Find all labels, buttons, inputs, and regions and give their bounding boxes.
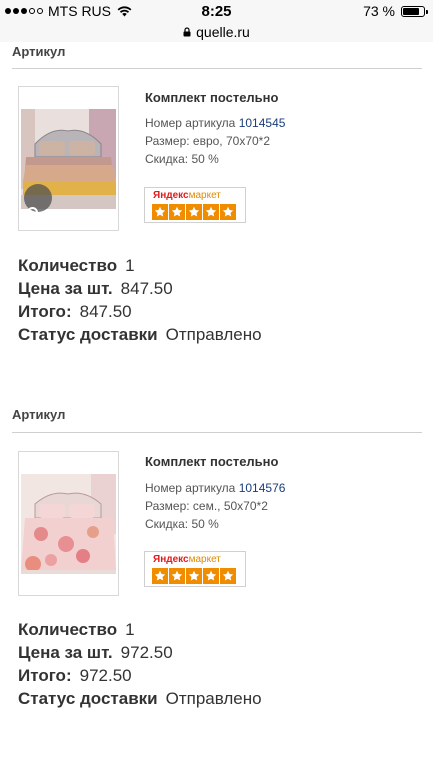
star-icon [186,204,202,220]
rating-stars [152,568,236,584]
market-logo-text: маркет [188,554,221,565]
battery-percentage: 73 % [363,3,395,19]
divider [12,68,422,69]
total-label: Итого: [18,666,72,685]
section-title: Артикул [12,407,66,422]
article-label: Номер артикула [145,116,236,130]
market-logo-text: маркет [188,190,221,201]
total-row: Итого: 972.50 [18,664,132,687]
star-icon [220,204,236,220]
address-bar[interactable]: quelle.ru [0,22,433,42]
divider [12,432,422,433]
delivery-status: Отправлено [165,325,262,344]
delivery-label: Статус доставки [18,325,158,344]
delivery-label: Статус доставки [18,689,158,708]
article-line: Номер артикула 1014576 [145,479,285,497]
quantity-value: 1 [125,620,135,639]
star-icon [152,568,168,584]
article-label: Номер артикула [145,481,236,495]
product-discount: Скидка: 50 % [145,517,219,531]
product-size: Размер: сем., 50x70*2 [145,499,268,513]
quantity-label: Количество [18,620,118,639]
total-row: Итого: 847.50 [18,300,132,323]
total-value: 972.50 [79,666,132,685]
star-icon [152,204,168,220]
price-row: Цена за шт. 972.50 [18,641,173,664]
yandex-market-rating-badge[interactable]: Яндексмаркет [144,187,246,223]
zoom-icon[interactable] [24,184,52,222]
bedding-photo-2 [21,474,116,574]
quantity-label: Количество [18,256,118,275]
total-label: Итого: [18,302,72,321]
star-icon [203,204,219,220]
status-bar: MTS RUS 8:25 73 % [0,0,433,22]
product-image[interactable] [18,451,119,596]
product-size: Размер: евро, 70x70*2 [145,134,271,148]
rating-stars [152,204,236,220]
yandex-logo-text: Яндекс [153,554,189,565]
quantity-value: 1 [125,256,135,275]
section-title: Артикул [12,44,66,59]
url-text: quelle.ru [196,24,250,40]
product-title[interactable]: Комплект постельно [145,90,278,105]
product-image[interactable] [18,86,119,231]
product-title[interactable]: Комплект постельно [145,454,278,469]
article-number: 1014576 [238,481,286,495]
delivery-status: Отправлено [165,689,262,708]
star-icon [186,568,202,584]
price-label: Цена за шт. [18,279,113,298]
price-row: Цена за шт. 847.50 [18,277,173,300]
delivery-row: Статус доставки Отправлено [18,687,262,710]
product-discount: Скидка: 50 % [145,152,219,166]
star-icon [169,568,185,584]
price-value: 972.50 [120,643,173,662]
total-value: 847.50 [79,302,132,321]
article-line: Номер артикула 1014545 [145,114,285,132]
lock-icon [183,27,191,37]
star-icon [203,568,219,584]
star-icon [220,568,236,584]
star-icon [169,204,185,220]
quantity-row: Количество 1 [18,254,135,277]
quantity-row: Количество 1 [18,618,135,641]
battery-icon [401,5,428,17]
yandex-logo-text: Яндекс [153,190,189,201]
article-number: 1014545 [238,116,286,130]
yandex-market-rating-badge[interactable]: Яндексмаркет [144,551,246,587]
price-value: 847.50 [120,279,173,298]
price-label: Цена за шт. [18,643,113,662]
delivery-row: Статус доставки Отправлено [18,323,262,346]
